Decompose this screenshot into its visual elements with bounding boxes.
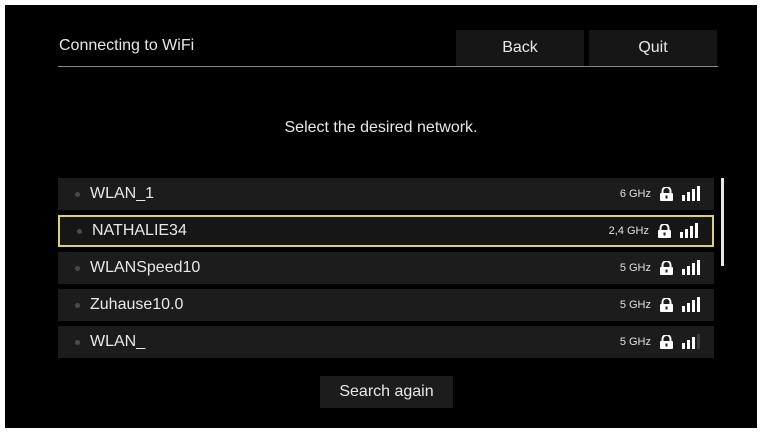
header-divider bbox=[58, 66, 718, 67]
bullet-icon bbox=[75, 302, 80, 308]
lock-icon bbox=[659, 298, 674, 312]
network-ssid: WLANSpeed10 bbox=[90, 259, 201, 276]
page-title: Connecting to WiFi bbox=[59, 37, 195, 54]
bullet-icon bbox=[75, 339, 80, 345]
signal-strength-icon bbox=[682, 186, 700, 201]
network-ssid: Zuhause10.0 bbox=[90, 296, 184, 313]
network-row[interactable]: NATHALIE34 2,4 GHz bbox=[58, 215, 714, 247]
lock-icon bbox=[659, 261, 674, 275]
network-row[interactable]: WLAN_1 6 GHz bbox=[58, 178, 714, 210]
network-ssid: NATHALIE34 bbox=[92, 222, 187, 239]
signal-strength-icon bbox=[682, 334, 700, 349]
network-row[interactable]: WLANSpeed10 5 GHz bbox=[58, 252, 714, 284]
network-band: 5 GHz bbox=[619, 299, 651, 311]
network-band: 6 GHz bbox=[619, 188, 651, 200]
wifi-screen: Connecting to WiFi Back Quit Select the … bbox=[5, 5, 757, 428]
network-row[interactable]: WLAN_ 5 GHz bbox=[58, 326, 714, 358]
network-band: 5 GHz bbox=[619, 336, 651, 348]
instruction-text: Select the desired network. bbox=[284, 119, 478, 136]
search-again-button[interactable]: Search again bbox=[320, 376, 453, 408]
signal-strength-icon bbox=[682, 260, 700, 275]
bullet-icon bbox=[75, 265, 80, 271]
lock-icon bbox=[659, 187, 674, 201]
scrollbar[interactable] bbox=[721, 178, 724, 266]
bullet-icon bbox=[77, 228, 82, 234]
signal-strength-icon bbox=[680, 223, 698, 238]
signal-strength-icon bbox=[682, 297, 700, 312]
quit-button[interactable]: Quit bbox=[589, 30, 717, 66]
network-list: WLAN_1 6 GHz NATHALIE34 2,4 GHz WLANSpeed10 5… bbox=[58, 178, 714, 363]
network-band: 5 GHz bbox=[619, 262, 651, 274]
network-ssid: WLAN_1 bbox=[90, 185, 155, 202]
back-button[interactable]: Back bbox=[456, 30, 584, 66]
lock-icon bbox=[657, 224, 672, 238]
network-row[interactable]: Zuhause10.0 5 GHz bbox=[58, 289, 714, 321]
bullet-icon bbox=[75, 191, 80, 197]
lock-icon bbox=[659, 335, 674, 349]
network-ssid: WLAN_ bbox=[90, 333, 146, 350]
network-band: 2,4 GHz bbox=[608, 225, 649, 237]
